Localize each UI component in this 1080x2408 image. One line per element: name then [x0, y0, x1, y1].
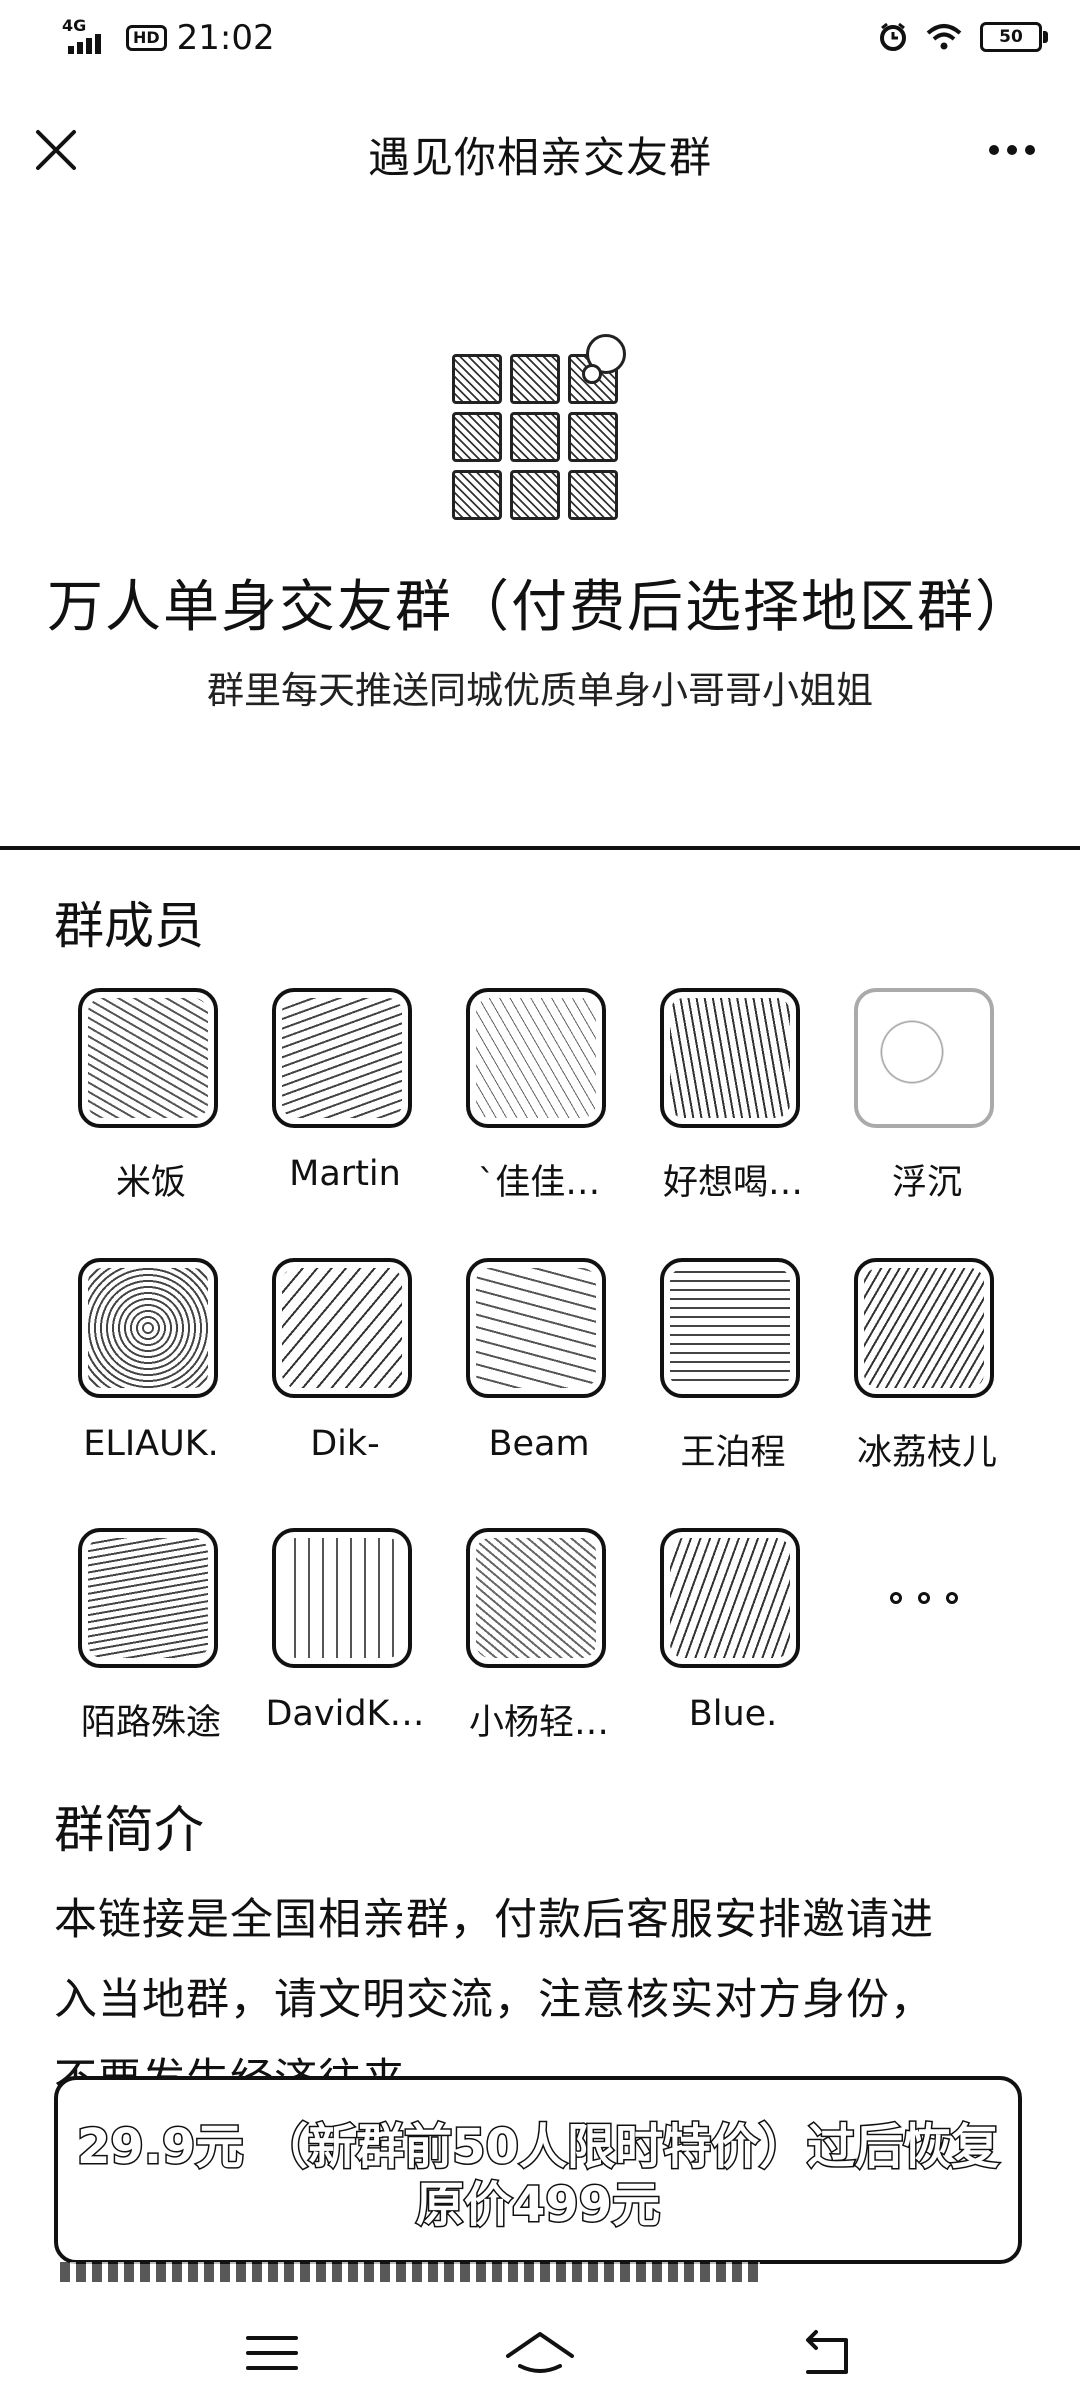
- member-item[interactable]: 好想喝…: [636, 988, 830, 1228]
- member-item[interactable]: 冰荔枝儿: [830, 1258, 1024, 1498]
- member-name: 浮沉: [891, 1163, 962, 1203]
- clock: 21:02: [176, 18, 275, 58]
- hd-icon: HD: [126, 25, 167, 51]
- member-name: 陌路殊途: [80, 1703, 221, 1743]
- home-icon: [506, 2332, 574, 2373]
- member-item[interactable]: Dik-: [248, 1258, 442, 1498]
- member-item[interactable]: 王泊程: [636, 1258, 830, 1498]
- avatar: [466, 1528, 606, 1668]
- member-name: 好想喝…: [662, 1163, 803, 1203]
- members-section-title: 群成员: [54, 897, 204, 955]
- member-item[interactable]: DavidK…: [248, 1528, 442, 1768]
- member-name: Martin: [289, 1154, 401, 1194]
- bubble-icon: [582, 364, 602, 384]
- battery-level: 50: [999, 27, 1023, 47]
- member-name: Beam: [488, 1424, 590, 1464]
- member-item[interactable]: Beam: [442, 1258, 636, 1498]
- more-dot-icon: [1007, 145, 1017, 155]
- pay-button-strip[interactable]: [60, 2262, 760, 2282]
- member-item[interactable]: `佳佳…: [442, 988, 636, 1228]
- member-item[interactable]: 米饭: [54, 988, 248, 1228]
- battery-icon: 50: [980, 22, 1048, 52]
- back-icon: [806, 2330, 848, 2374]
- avatar: [272, 1528, 412, 1668]
- member-name: Dik-: [310, 1424, 380, 1464]
- system-nav-bar: [0, 2300, 1080, 2408]
- member-name: 王泊程: [680, 1433, 786, 1473]
- member-name: 冰荔枝儿: [856, 1433, 997, 1473]
- menu-button[interactable]: [232, 2318, 312, 2388]
- back-button[interactable]: [786, 2318, 866, 2388]
- intro-section-title: 群简介: [54, 1801, 204, 1859]
- member-item[interactable]: ELIAUK.: [54, 1258, 248, 1498]
- alarm-icon: [880, 22, 906, 51]
- avatar: [78, 988, 218, 1128]
- view-more-members-button[interactable]: [830, 1528, 1024, 1768]
- member-item[interactable]: 陌路殊途: [54, 1528, 248, 1768]
- section-divider: [0, 846, 1080, 850]
- intro-line: 本链接是全国相亲群，付款后客服安排邀请进: [54, 1895, 934, 1945]
- member-name: 小杨轻…: [468, 1703, 609, 1743]
- title-bar: 遇见你相亲交友群: [0, 100, 1080, 200]
- member-item[interactable]: 小杨轻…: [442, 1528, 636, 1768]
- price-line-1: 29.9元 （新群前50人限时特价）过后恢复: [76, 2118, 1001, 2177]
- group-avatar: [448, 334, 626, 524]
- member-item[interactable]: Blue.: [636, 1528, 830, 1768]
- more-dot-icon: [1025, 145, 1035, 155]
- member-item[interactable]: 浮沉: [830, 988, 1024, 1228]
- avatar: [660, 1528, 800, 1668]
- avatar: [272, 1258, 412, 1398]
- price-line-2: 原价499元: [414, 2176, 661, 2235]
- price-banner[interactable]: 29.9元 （新群前50人限时特价）过后恢复 原价499元: [54, 2076, 1022, 2264]
- avatar: [660, 988, 800, 1128]
- more-icon: [854, 1578, 994, 1618]
- status-bar: 4G HD 21:02 50: [0, 0, 1080, 84]
- member-name: Blue.: [688, 1694, 778, 1734]
- member-name: ELIAUK.: [83, 1424, 219, 1464]
- member-name: `佳佳…: [477, 1163, 601, 1203]
- avatar: [466, 988, 606, 1128]
- member-name: 米饭: [115, 1163, 186, 1203]
- intro-line: 入当地群，请文明交流，注意核实对方身份，: [54, 1975, 934, 2025]
- avatar: [78, 1528, 218, 1668]
- more-dot-icon: [989, 145, 999, 155]
- menu-icon: [246, 2336, 298, 2370]
- wifi-icon: [926, 24, 962, 50]
- page-title: 遇见你相亲交友群: [367, 133, 712, 182]
- avatar: [854, 988, 994, 1128]
- member-name: DavidK…: [265, 1694, 425, 1734]
- avatar: [272, 988, 412, 1128]
- avatar: [466, 1258, 606, 1398]
- home-button[interactable]: [500, 2318, 580, 2388]
- member-item[interactable]: Martin: [248, 988, 442, 1228]
- avatar: [660, 1258, 800, 1398]
- avatar: [78, 1258, 218, 1398]
- group-description: 群里每天推送同城优质单身小哥哥小姐姐: [207, 669, 873, 712]
- signal-icon: 4G: [62, 16, 116, 56]
- avatar: [854, 1258, 994, 1398]
- more-options-button[interactable]: [972, 122, 1052, 178]
- group-name: 万人单身交友群（付费后选择地区群）: [47, 575, 1033, 640]
